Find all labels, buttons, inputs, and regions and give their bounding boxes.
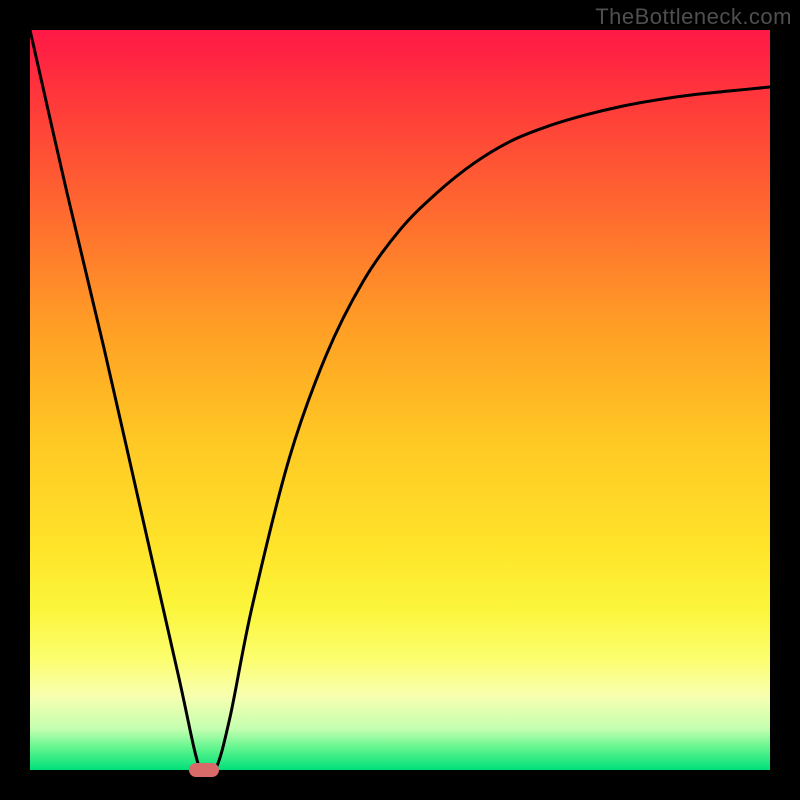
optimal-point-marker — [189, 763, 219, 777]
chart-frame: TheBottleneck.com — [0, 0, 800, 800]
watermark-label: TheBottleneck.com — [595, 4, 792, 30]
curve-svg — [30, 30, 770, 770]
bottleneck-curve — [30, 30, 770, 779]
